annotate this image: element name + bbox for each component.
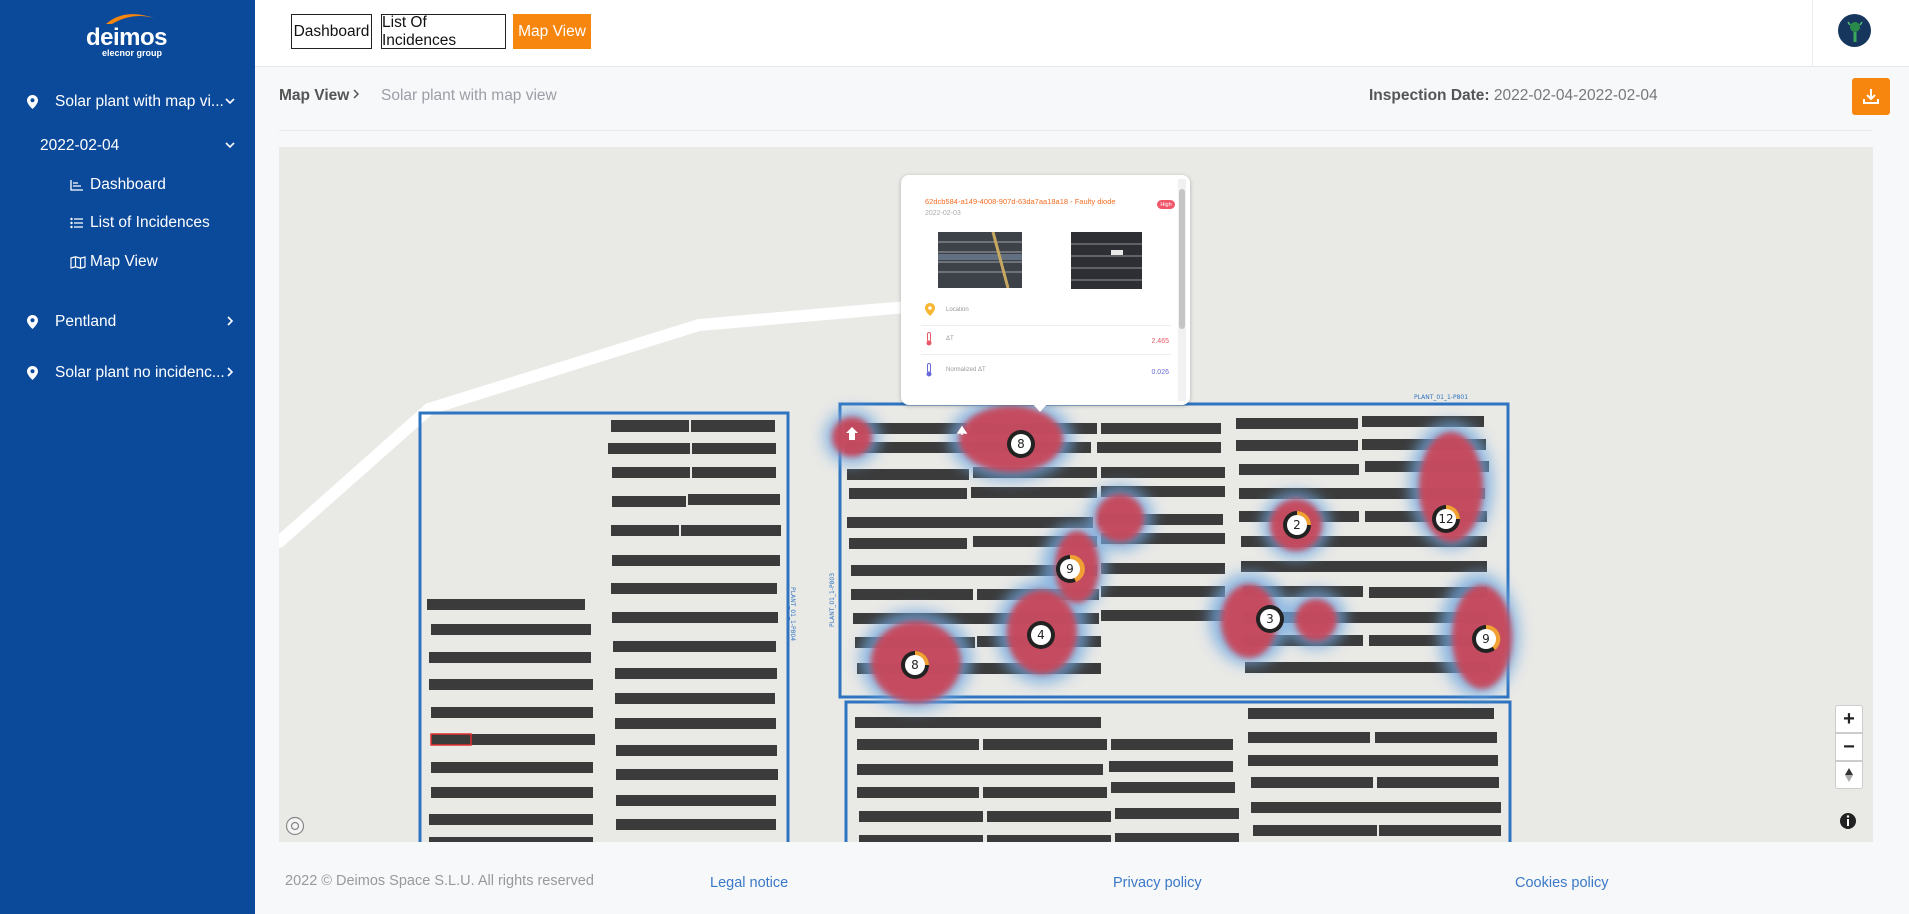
zoom-out-button[interactable]: −: [1835, 733, 1863, 761]
reset-north-button[interactable]: [1835, 761, 1863, 789]
popup-scrollbar-thumb[interactable]: [1179, 189, 1185, 329]
cluster-count: 8: [911, 658, 919, 672]
map-pin-icon: [27, 315, 38, 329]
incident-popup: 62dcb584-a149-4008-907d-63da7aa18a18 - F…: [901, 175, 1190, 405]
sidebar-item-plant-no-incidences[interactable]: Solar plant no incidenc...: [0, 357, 255, 389]
sidebar-item-plant-map-view[interactable]: Solar plant with map vi...: [0, 86, 255, 118]
thermometer-icon: [926, 332, 932, 346]
cluster-marker[interactable]: 8: [1007, 430, 1035, 458]
sidebar-item-label: Solar plant no incidenc...: [55, 364, 225, 381]
footer: 2022 © Deimos Space S.L.U. All rights re…: [255, 842, 1909, 914]
download-icon: [1863, 89, 1879, 104]
cluster-marker[interactable]: 3: [1256, 605, 1284, 633]
sidebar-item-label: List of Incidences: [90, 214, 210, 231]
popup-row-normalized-delta-t: Normalized ΔT 0.026: [921, 359, 1171, 385]
visual-image: [938, 232, 1022, 288]
cluster-count: 9: [1482, 632, 1490, 646]
zoom-in-button[interactable]: +: [1835, 705, 1863, 733]
area-label-north: PLANT_01_1-P801: [1414, 394, 1468, 401]
tab-dashboard[interactable]: Dashboard: [291, 14, 372, 49]
cluster-count: 2: [1293, 518, 1301, 532]
sidebar-item-label: Pentland: [55, 313, 117, 330]
popup-date: 2022-02-03: [925, 210, 961, 217]
cluster-marker[interactable]: 9: [1056, 554, 1085, 583]
chevron-right-icon: [227, 367, 234, 377]
breadcrumb-plant: Solar plant with map view: [381, 87, 557, 104]
privacy-policy-link[interactable]: Privacy policy: [1113, 875, 1202, 891]
map-icon: [70, 256, 86, 269]
info-button[interactable]: [1838, 811, 1858, 831]
info-icon: [1840, 813, 1856, 829]
popup-row-label: Normalized ΔT: [946, 367, 986, 373]
breadcrumb-row: Map View Solar plant with map view Inspe…: [255, 66, 1909, 130]
sidebar-item-label: Solar plant with map vi...: [55, 93, 224, 110]
popup-row-label: ΔT: [946, 336, 954, 342]
copyright-text: 2022 © Deimos Space S.L.U. All rights re…: [285, 873, 594, 889]
sidebar-item-list-of-incidences[interactable]: List of Incidences: [0, 207, 255, 239]
sidebar-item-label: Map View: [90, 253, 158, 270]
cluster-count: 8: [1017, 437, 1025, 451]
sidebar-item-dashboard[interactable]: Dashboard: [0, 169, 255, 201]
cluster-marker[interactable]: 8: [901, 651, 929, 679]
thermal-image: [1071, 232, 1142, 289]
cluster-marker[interactable]: 4: [1027, 621, 1055, 649]
compass-icon: [1845, 768, 1853, 782]
map-pin-icon: [27, 95, 38, 109]
inspection-date: Inspection Date: 2022-02-04-2022-02-04: [1369, 87, 1658, 105]
chevron-right-icon: [227, 316, 234, 326]
sidebar: deimos elecnor group Solar plant with ma…: [0, 0, 255, 914]
avatar[interactable]: [1838, 14, 1871, 47]
logo-subtext: elecnor group: [102, 48, 163, 58]
popup-row-value: 2.465: [1151, 338, 1169, 345]
popup-row-location: Location: [921, 299, 1171, 326]
popup-row-value: 0.026: [1151, 369, 1169, 376]
sidebar-item-pentland[interactable]: Pentland: [0, 306, 255, 338]
inspection-date-value: 2022-02-04-2022-02-04: [1493, 87, 1658, 104]
legal-notice-link[interactable]: Legal notice: [710, 875, 788, 891]
chevron-down-icon: [225, 142, 235, 149]
breadcrumb-current[interactable]: Map View: [279, 87, 349, 105]
inspection-date-label: Inspection Date:: [1369, 87, 1490, 104]
mapbox-logo-icon: [285, 816, 305, 836]
tab-list-of-incidences[interactable]: List Of Incidences: [381, 14, 506, 49]
top-bar: Dashboard List Of Incidences Map View: [255, 0, 1909, 67]
download-button[interactable]: [1852, 78, 1890, 115]
cluster-count: 3: [1266, 612, 1274, 626]
severity-badge: High: [1157, 200, 1175, 209]
chevron-down-icon: [225, 98, 235, 105]
location-icon: [925, 303, 935, 316]
list-icon: [70, 217, 83, 229]
sidebar-item-label: 2022-02-04: [40, 137, 120, 154]
dashboard-icon: [70, 180, 83, 191]
thermometer-icon: [926, 363, 932, 377]
popup-row-label: Location: [946, 307, 969, 313]
cluster-count: 9: [1066, 562, 1074, 576]
area-label-mid: PLANT_01_1-P803: [829, 573, 836, 627]
map-attribution-button[interactable]: [285, 816, 305, 836]
sidebar-item-date[interactable]: 2022-02-04: [0, 130, 255, 162]
popup-title[interactable]: 62dcb584-a149-4008-907d-63da7aa18a18 - F…: [925, 197, 1116, 206]
map-view[interactable]: PLANT_01_1-P804 PLANT_01_1-P801 PLANT_01…: [279, 147, 1873, 842]
area-label-west: PLANT_01_1-P804: [789, 587, 796, 641]
chevron-right-icon: [353, 89, 360, 99]
popup-row-delta-t: ΔT 2.465: [921, 328, 1171, 355]
cluster-count: 12: [1438, 512, 1453, 526]
cluster-marker[interactable]: 9: [1472, 624, 1501, 653]
cluster-count: 4: [1037, 628, 1045, 642]
divider: [279, 130, 1873, 131]
tab-map-view[interactable]: Map View: [513, 14, 591, 49]
map-pin-icon: [27, 366, 38, 380]
cluster-marker[interactable]: 12: [1432, 505, 1460, 533]
sidebar-item-map-view[interactable]: Map View: [0, 246, 255, 278]
divider: [1812, 0, 1813, 66]
cluster-marker[interactable]: 2: [1283, 511, 1311, 539]
cookies-policy-link[interactable]: Cookies policy: [1515, 875, 1609, 891]
deimos-logo: deimos elecnor group: [82, 10, 172, 58]
popup-tail: [1032, 403, 1048, 412]
sidebar-item-label: Dashboard: [90, 176, 166, 193]
